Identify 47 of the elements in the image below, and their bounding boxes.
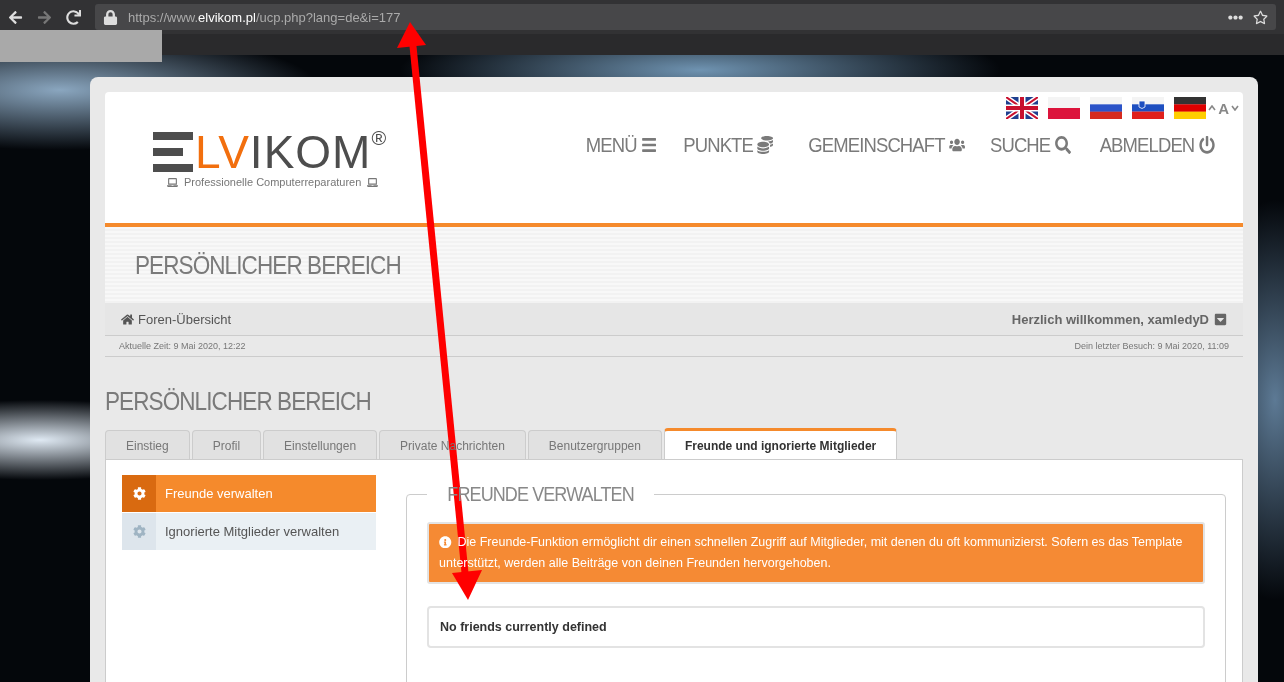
laptop-icon — [167, 176, 178, 188]
nav-link[interactable]: PUNKTE — [683, 133, 774, 157]
flag-icon[interactable] — [1006, 97, 1039, 119]
tab[interactable]: Freunde und ignorierte Mitglieder — [663, 428, 898, 459]
current-time: Aktuelle Zeit: 9 Mai 2020, 12:22 — [119, 341, 246, 351]
caret-icon — [1214, 312, 1227, 326]
nav-link[interactable]: MENÜ — [585, 133, 657, 157]
flag-icon[interactable] — [1132, 97, 1165, 119]
home-icon — [121, 312, 134, 326]
coins-icon — [757, 136, 774, 154]
sidebar-item[interactable]: Freunde verwalten — [122, 475, 376, 512]
flag-icon[interactable] — [1090, 97, 1123, 119]
caret-down-icon[interactable] — [1231, 105, 1239, 111]
sidebar-item[interactable]: Ignorierte Mitglieder verwalten — [122, 513, 376, 550]
tab[interactable]: Einstellungen — [263, 430, 378, 459]
tagline: Professionelle Computerreparaturen — [184, 176, 362, 188]
nav-link[interactable]: GEMEINSCHAFT — [808, 133, 965, 157]
nav-link[interactable]: ABMELDEN — [1100, 133, 1215, 157]
info-icon — [439, 535, 452, 548]
nav-link[interactable]: SUCHE — [989, 133, 1071, 157]
tab[interactable]: Profil — [191, 430, 262, 459]
address-bar[interactable]: https://www.elvikom.pl/ucp.php?lang=de&i=177 — [95, 4, 1276, 30]
back-icon[interactable] — [8, 9, 23, 25]
gear-icon — [132, 487, 146, 500]
caret-up-icon[interactable] — [1208, 105, 1217, 111]
users-icon — [949, 136, 965, 154]
power-icon — [1199, 136, 1215, 154]
url-text: https://www.elvikom.pl/ucp.php?lang=de&i=177 — [128, 9, 401, 25]
reload-icon[interactable] — [66, 9, 81, 25]
tab[interactable]: Einstieg — [105, 430, 190, 459]
font-size-control[interactable]: A — [1218, 99, 1229, 117]
site-logo[interactable]: LVIKOM® — [153, 128, 388, 176]
gear-icon — [132, 525, 146, 538]
menu-icon — [641, 136, 657, 154]
banner-title: PERSÖNLICHER BEREICH — [135, 250, 401, 280]
forward-icon[interactable] — [37, 9, 52, 25]
flag-icon[interactable] — [1174, 97, 1207, 119]
star-icon[interactable] — [1253, 9, 1268, 25]
last-visit: Dein letzter Besuch: 9 Mai 2020, 11:09 — [1074, 341, 1229, 351]
tab[interactable]: Benutzergruppen — [527, 430, 662, 459]
search-icon — [1054, 136, 1071, 154]
page-title: PERSÖNLICHER BEREICH — [105, 387, 372, 416]
empty-notice: No friends currently defined — [427, 606, 1205, 648]
breadcrumb-link[interactable]: Foren-Übersicht — [121, 311, 232, 327]
lock-icon — [103, 9, 118, 25]
user-menu[interactable]: Herzlich willkommen, xamledyD — [1011, 311, 1227, 327]
laptop-icon — [367, 176, 379, 188]
